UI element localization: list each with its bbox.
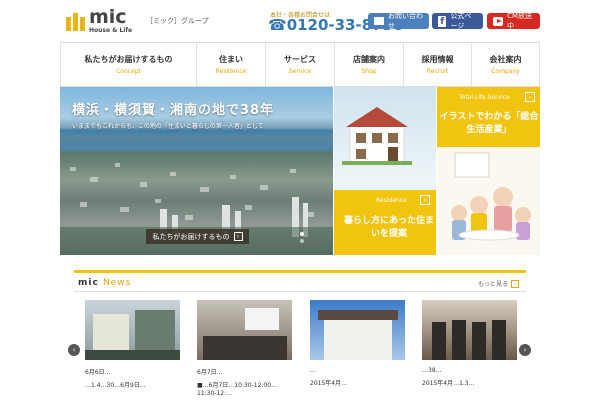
nav-label: 会社案内 [489, 55, 522, 64]
nav-item-shop[interactable]: 店舗案内 Shop [335, 43, 404, 86]
carousel-next-button[interactable]: › [519, 344, 531, 356]
news-headline: …38… [422, 367, 442, 374]
arrow-right-icon: › [233, 232, 243, 241]
news-rule [74, 291, 526, 292]
life-text: イラストでわかる「総合生活産業」 [439, 112, 539, 135]
nav-label: 住まい [219, 55, 243, 64]
news-headline: 6月7日… [197, 369, 223, 376]
logo-mark-icon [66, 11, 86, 31]
life-tag: Total Life Service [459, 94, 510, 101]
residence-tag: Residence [376, 197, 407, 204]
news-excerpt: 2015年4月…1.3… [422, 380, 475, 387]
nav-item-concept[interactable]: 私たちがお届けするもの Concept [60, 43, 197, 86]
arrow-right-icon: › [420, 195, 430, 205]
logo-tagline: House & Life [89, 27, 133, 34]
slider-dot[interactable] [300, 239, 304, 243]
family-illustration [437, 147, 540, 255]
news-divider [74, 270, 526, 273]
house-image [342, 107, 412, 165]
news-excerpt: ■…6月7日…10:30-12:00…11:30-12:… [197, 382, 278, 398]
news-excerpt: …1.4…30…6月9日… [85, 382, 146, 389]
arrow-right-icon: › [525, 92, 535, 102]
news-card[interactable]: 6月7日… ■…6月7日…10:30-12:00…11:30-12:… [197, 300, 292, 399]
chevron-right-icon: › [523, 346, 527, 354]
nav-sublabel: Recruit [426, 68, 449, 75]
nav-item-recruit[interactable]: 採用情報 Recruit [404, 43, 472, 86]
nav-sublabel: Concept [116, 68, 141, 75]
news-headline: 6月6日… [85, 369, 111, 376]
nav-label: サービス [284, 55, 316, 64]
nav-sublabel: Service [288, 68, 312, 75]
cm-button[interactable]: CM放送中 [487, 12, 540, 30]
facebook-button[interactable]: f 公式ページ [432, 12, 483, 30]
cm-label: CM放送中 [507, 12, 533, 30]
slider-dots [300, 232, 304, 243]
youtube-icon [493, 16, 504, 26]
arrow-right-icon: › [511, 279, 520, 288]
group-label: ［ミック］グループ [146, 17, 209, 25]
news-headline: … [310, 367, 316, 374]
news-image [422, 300, 517, 360]
hero-subtitle: いままでもこれからも、この地の「住まいと暮らしの第一人者」として [72, 123, 264, 130]
more-label: もっと見る [478, 281, 509, 288]
hero-button-label: 私たちがお届けするもの [152, 232, 230, 241]
site-logo[interactable]: mic House & Life [66, 8, 132, 34]
news-card[interactable]: 6月6日… …1.4…30…6月9日… [85, 300, 180, 399]
chevron-left-icon: ‹ [72, 346, 76, 354]
residence-banner[interactable]: Residence › 暮らし方にあった住まいを提案 [334, 87, 436, 255]
nav-item-residence[interactable]: 住まい Residence [197, 43, 266, 86]
nav-label: 採用情報 [421, 55, 454, 64]
site-header: mic House & Life ［ミック］グループ 本社・各種お問合せは ☎0… [0, 0, 600, 42]
nav-item-company[interactable]: 会社案内 Company [472, 43, 540, 86]
news-excerpt: 2015年4月… [310, 380, 348, 387]
contact-button[interactable]: お問い合わせ [368, 12, 429, 30]
news-image [310, 300, 405, 360]
news-heading-en: News [102, 278, 132, 288]
news-image [197, 300, 292, 360]
news-heading-mic: mic [78, 278, 99, 288]
phone-icon: ☎ [268, 16, 287, 34]
contact-label: お問い合わせ [388, 12, 423, 30]
mail-icon [374, 17, 384, 25]
hero-banner[interactable]: 横浜・横須賀・湘南の地で38年 いままでもこれからも、この地の「住まいと暮らしの… [60, 87, 333, 255]
nav-sublabel: Residence [215, 68, 247, 75]
facebook-icon: f [438, 15, 447, 27]
slider-dot[interactable] [300, 232, 304, 236]
carousel-prev-button[interactable]: ‹ [68, 344, 80, 356]
logo-word: mic [89, 6, 127, 28]
life-service-banner[interactable]: Total Life Service › イラストでわかる「総合生活産業」 [437, 87, 540, 255]
more-link[interactable]: もっと見る › [478, 279, 520, 288]
facebook-label: 公式ページ [450, 12, 472, 30]
hero-concept-button[interactable]: 私たちがお届けするもの › [146, 229, 249, 244]
news-heading: mic News [78, 278, 131, 288]
nav-label: 店舗案内 [353, 55, 385, 64]
nav-sublabel: Company [491, 68, 520, 75]
nav-item-service[interactable]: サービス Service [266, 43, 335, 86]
news-image [85, 300, 180, 360]
main-nav: 私たちがお届けするもの Concept 住まい Residence サービス S… [60, 42, 540, 87]
news-card[interactable]: … 2015年4月… [310, 300, 405, 397]
hero-title: 横浜・横須賀・湘南の地で38年 [72, 103, 275, 118]
nav-sublabel: Shop [361, 68, 377, 75]
nav-label: 私たちがお届けするもの [84, 55, 173, 64]
residence-text: 暮らし方にあった住まいを提案 [344, 216, 435, 239]
news-card[interactable]: …38… 2015年4月…1.3… [422, 300, 517, 397]
